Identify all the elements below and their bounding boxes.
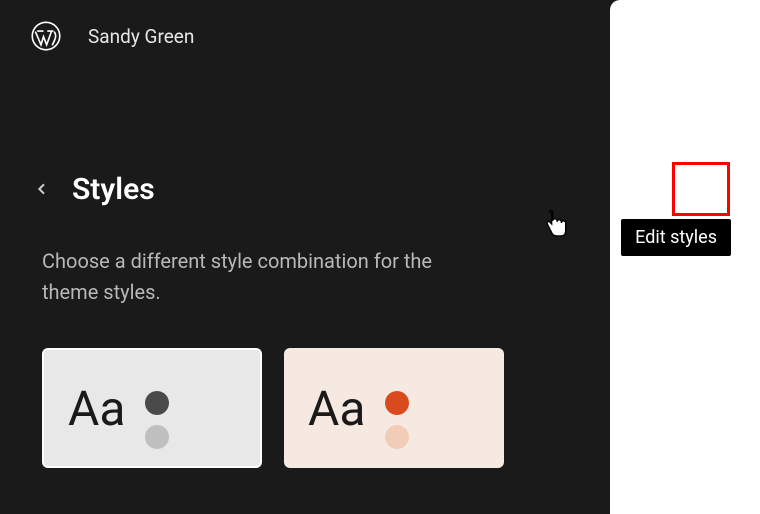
panel-description: Choose a different style combination for… bbox=[0, 216, 500, 308]
color-swatch bbox=[385, 391, 409, 415]
panel-title: Styles bbox=[72, 172, 596, 207]
editor-canvas bbox=[610, 0, 760, 514]
style-variation-card[interactable]: Aa bbox=[284, 348, 504, 468]
back-button[interactable] bbox=[30, 177, 54, 201]
edit-styles-button[interactable] bbox=[681, 169, 721, 209]
wordpress-logo-icon[interactable] bbox=[30, 20, 62, 52]
style-variation-card[interactable]: Aa bbox=[42, 348, 262, 468]
edit-styles-highlight: Edit styles bbox=[672, 162, 730, 216]
color-swatch bbox=[145, 425, 169, 449]
tooltip: Edit styles bbox=[621, 219, 731, 256]
typography-sample: Aa bbox=[308, 380, 365, 437]
color-swatches bbox=[145, 391, 169, 449]
color-swatch bbox=[145, 391, 169, 415]
typography-sample: Aa bbox=[68, 380, 125, 437]
site-title[interactable]: Sandy Green bbox=[88, 25, 590, 48]
color-swatch bbox=[385, 425, 409, 449]
color-swatches bbox=[385, 391, 409, 449]
